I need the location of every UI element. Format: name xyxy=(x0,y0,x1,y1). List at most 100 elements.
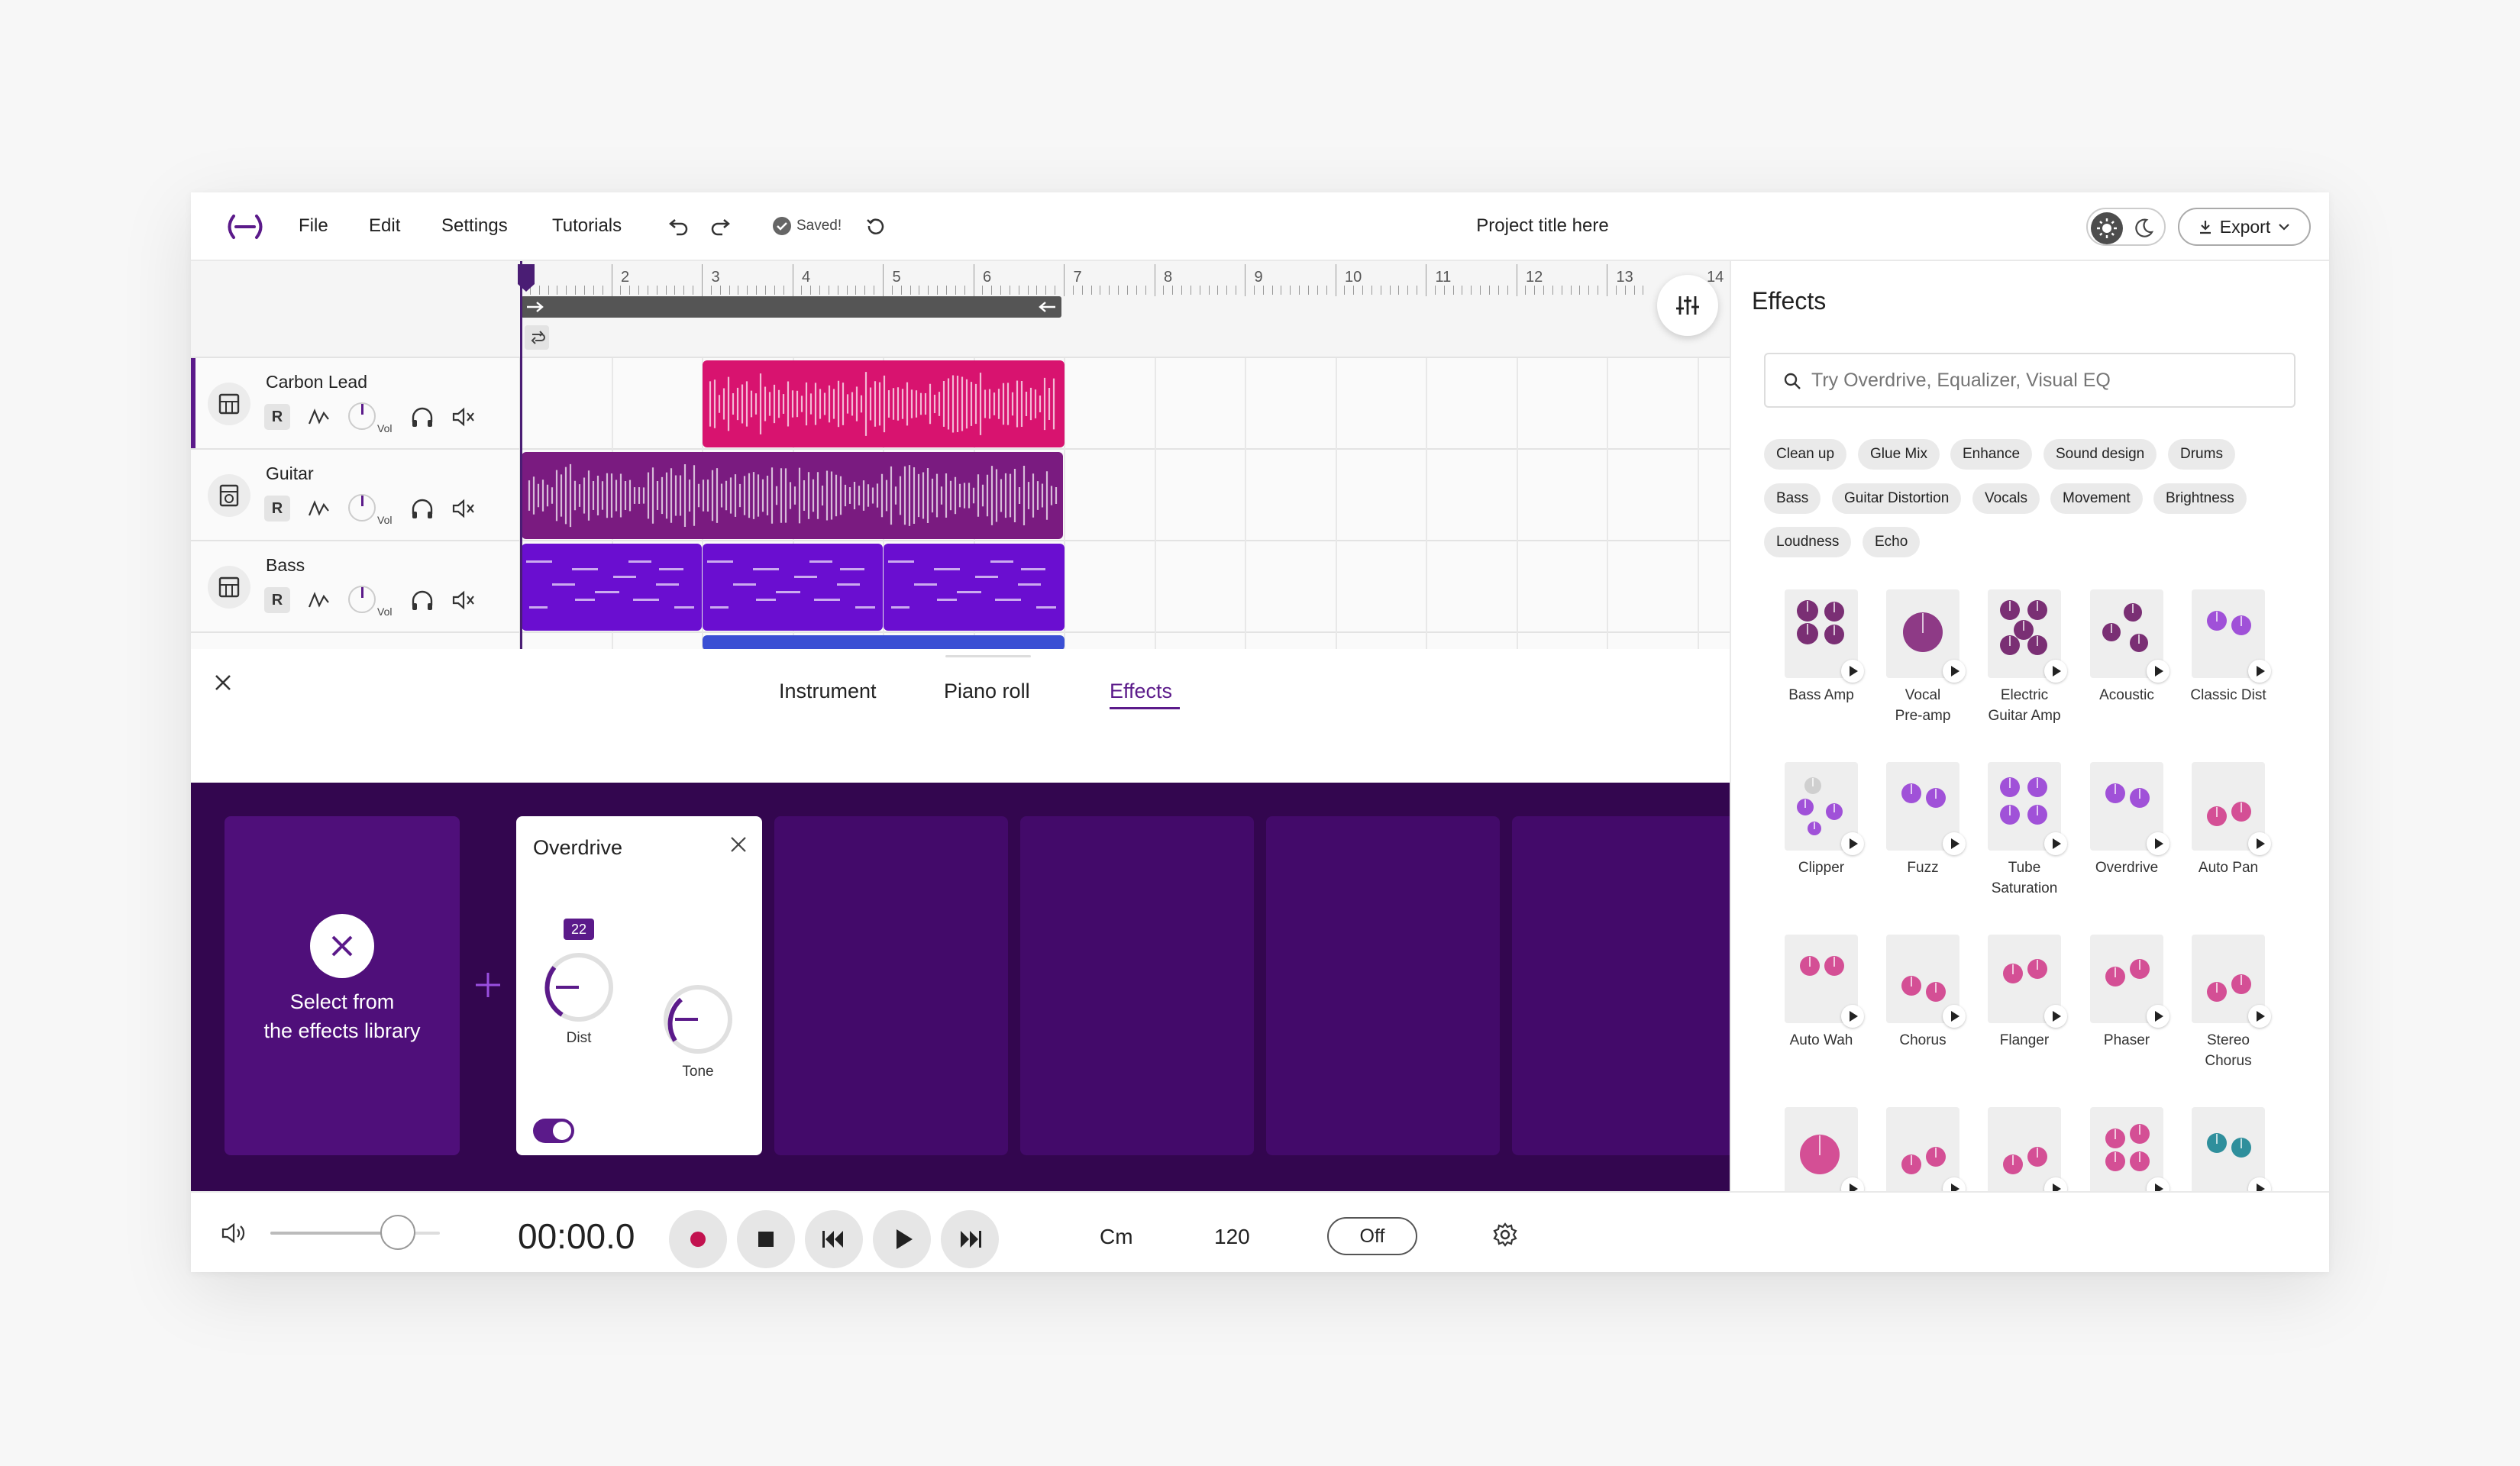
volume-slider-thumb[interactable] xyxy=(380,1215,415,1250)
effect-tile[interactable] xyxy=(2192,1107,2271,1191)
effect-tile[interactable] xyxy=(2192,762,2271,855)
volume-knob[interactable] xyxy=(348,402,376,430)
effect-tile[interactable] xyxy=(2090,589,2169,683)
tone-knob[interactable] xyxy=(658,980,738,1059)
close-icon[interactable] xyxy=(727,833,750,856)
search-input[interactable] xyxy=(1811,365,2277,396)
light-mode-button[interactable] xyxy=(2091,212,2123,244)
effect-tile[interactable] xyxy=(1886,935,1966,1028)
chip-brightness[interactable]: Brightness xyxy=(2153,483,2247,514)
close-circle-icon[interactable] xyxy=(310,914,374,978)
effect-tile[interactable] xyxy=(1988,935,2067,1028)
clip-bass-1[interactable] xyxy=(522,544,702,631)
preview-play-icon[interactable] xyxy=(2248,832,2271,855)
mute-icon[interactable] xyxy=(451,589,477,612)
automation-icon[interactable] xyxy=(305,404,331,430)
chip-guitar-distortion[interactable]: Guitar Distortion xyxy=(1832,483,1962,514)
effect-tile[interactable] xyxy=(1988,589,2067,683)
clip-partial[interactable] xyxy=(703,635,1065,649)
preview-play-icon[interactable] xyxy=(1943,1177,1966,1191)
dist-knob[interactable] xyxy=(539,948,619,1027)
chip-clean-up[interactable]: Clean up xyxy=(1764,439,1847,470)
effect-tile[interactable] xyxy=(1886,762,1966,855)
effects-search[interactable] xyxy=(1764,353,2295,408)
effect-tile[interactable] xyxy=(1988,762,2067,855)
keyboard-icon[interactable] xyxy=(208,566,250,609)
preview-play-icon[interactable] xyxy=(1841,832,1864,855)
menu-edit[interactable]: Edit xyxy=(369,215,400,237)
track-header[interactable]: Bass R Vol xyxy=(191,541,521,631)
menu-tutorials[interactable]: Tutorials xyxy=(552,215,622,237)
tab-piano-roll[interactable]: Piano roll xyxy=(944,680,1030,703)
stop-button[interactable] xyxy=(737,1210,795,1268)
key-display[interactable]: Cm xyxy=(1100,1225,1133,1249)
effect-enable-toggle[interactable] xyxy=(533,1119,574,1143)
effect-tile[interactable] xyxy=(2192,935,2271,1028)
record-arm-button[interactable]: R xyxy=(264,587,290,613)
preview-play-icon[interactable] xyxy=(2044,660,2067,683)
track-name[interactable]: Guitar xyxy=(266,463,314,484)
preview-play-icon[interactable] xyxy=(2147,832,2169,855)
effect-tile[interactable] xyxy=(1785,589,1864,683)
chip-drums[interactable]: Drums xyxy=(2168,439,2235,470)
effect-tile[interactable] xyxy=(1886,589,1966,683)
loop-toggle[interactable] xyxy=(525,325,549,350)
play-button[interactable] xyxy=(873,1210,931,1268)
close-icon[interactable] xyxy=(211,670,235,695)
tab-instrument[interactable]: Instrument xyxy=(779,680,877,703)
preview-play-icon[interactable] xyxy=(2044,1177,2067,1191)
preview-play-icon[interactable] xyxy=(2147,660,2169,683)
moon-icon[interactable] xyxy=(2131,215,2157,241)
effect-tile[interactable] xyxy=(1785,1107,1864,1191)
chip-echo[interactable]: Echo xyxy=(1863,527,1921,557)
preview-play-icon[interactable] xyxy=(1841,1177,1864,1191)
track-header[interactable]: Carbon Lead R Vol xyxy=(191,358,521,448)
mixer-button[interactable] xyxy=(1657,275,1718,336)
export-button[interactable]: Export xyxy=(2178,208,2311,246)
select-effect-slot[interactable]: Select from the effects library xyxy=(225,816,460,1155)
history-icon[interactable] xyxy=(865,215,887,237)
volume-knob[interactable] xyxy=(348,586,376,613)
loop-region[interactable] xyxy=(521,296,1061,318)
chip-vocals[interactable]: Vocals xyxy=(1972,483,2040,514)
empty-effect-slot[interactable] xyxy=(1266,816,1500,1155)
headphones-icon[interactable] xyxy=(409,405,435,428)
headphones-icon[interactable] xyxy=(409,497,435,520)
chip-sound-design[interactable]: Sound design xyxy=(2043,439,2157,470)
preview-play-icon[interactable] xyxy=(2248,1005,2271,1028)
record-button[interactable] xyxy=(669,1210,727,1268)
settings-gear-icon[interactable] xyxy=(1491,1221,1519,1248)
overdrive-card[interactable]: Overdrive 22 Dist Tone xyxy=(516,816,762,1155)
resize-handle[interactable] xyxy=(945,655,1031,657)
redo-icon[interactable] xyxy=(709,214,732,237)
effect-tile[interactable] xyxy=(2090,935,2169,1028)
keyboard-icon[interactable] xyxy=(208,383,250,425)
mute-icon[interactable] xyxy=(451,497,477,520)
effect-tile[interactable] xyxy=(2090,762,2169,855)
preview-play-icon[interactable] xyxy=(2248,660,2271,683)
metronome-toggle[interactable]: Off xyxy=(1327,1217,1417,1255)
tempo-display[interactable]: 120 xyxy=(1214,1225,1250,1249)
menu-file[interactable]: File xyxy=(299,215,328,237)
preview-play-icon[interactable] xyxy=(2044,1005,2067,1028)
volume-slider[interactable] xyxy=(270,1215,440,1250)
effect-tile[interactable] xyxy=(1785,762,1864,855)
preview-play-icon[interactable] xyxy=(1943,1005,1966,1028)
theme-toggle[interactable] xyxy=(2086,208,2166,246)
headphones-icon[interactable] xyxy=(409,589,435,612)
volume-icon[interactable] xyxy=(220,1222,247,1245)
chip-movement[interactable]: Movement xyxy=(2050,483,2143,514)
empty-effect-slot[interactable] xyxy=(774,816,1008,1155)
add-effect-icon[interactable] xyxy=(472,969,504,1001)
app-logo[interactable] xyxy=(223,214,267,240)
preview-play-icon[interactable] xyxy=(2248,1177,2271,1191)
empty-effect-slot[interactable] xyxy=(1020,816,1254,1155)
effect-tile[interactable] xyxy=(1988,1107,2067,1191)
chip-glue-mix[interactable]: Glue Mix xyxy=(1858,439,1940,470)
amp-icon[interactable] xyxy=(208,474,250,517)
preview-play-icon[interactable] xyxy=(1943,832,1966,855)
automation-icon[interactable] xyxy=(305,587,331,613)
menu-settings[interactable]: Settings xyxy=(441,215,508,237)
preview-play-icon[interactable] xyxy=(1943,660,1966,683)
effect-tile[interactable] xyxy=(1785,935,1864,1028)
